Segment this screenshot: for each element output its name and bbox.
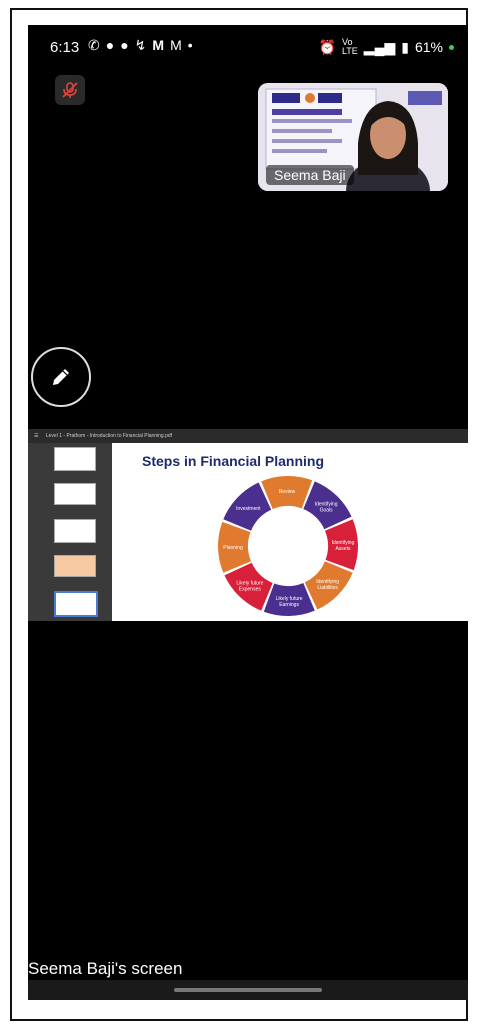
battery-percent: 61% xyxy=(414,39,443,55)
wheel-piece-label: Planning xyxy=(223,545,243,551)
pdf-thumbnail-panel xyxy=(28,443,112,621)
signal-5g-icon: ▂▄▆ xyxy=(363,38,396,55)
participant-name: Seema Baji xyxy=(266,165,354,185)
status-bar: 6:13 ✆ ● ● ↯ M M • ⏰ Vo LTE ▂▄▆ ▮ 61% xyxy=(28,25,468,69)
slide-title: Steps in Financial Planning xyxy=(142,453,325,469)
screen-share-label: Seema Baji's screen xyxy=(28,959,183,978)
wheel-piece-label: Expenses xyxy=(239,587,261,593)
shared-screen[interactable]: ☰ Level 1 - Prathom - Introduction to Fi… xyxy=(28,429,468,621)
participant-video-tile[interactable]: Seema Baji xyxy=(258,83,448,191)
menu-icon[interactable]: ☰ xyxy=(34,433,38,439)
status-time: 6:13 xyxy=(50,39,80,56)
system-icons: ⏰ Vo LTE ▂▄▆ ▮ 61% xyxy=(319,38,454,56)
m-icon: M xyxy=(152,37,165,53)
thumbnail[interactable] xyxy=(54,447,96,471)
wheel-piece-label: Goals xyxy=(320,507,334,513)
notification-icons: ✆ ● ● ↯ M M • xyxy=(88,37,193,54)
privacy-dot-icon xyxy=(449,44,454,50)
pdf-title: Level 1 - Prathom - Introduction to Fina… xyxy=(45,433,173,439)
dot-icon: • xyxy=(187,37,193,53)
wheel-piece-label: Liabilities xyxy=(317,585,338,591)
annotate-button[interactable] xyxy=(31,347,91,407)
pdf-page: Steps in Financial Planning Review Identi… xyxy=(112,443,468,621)
volte-icon: Vo LTE xyxy=(341,37,358,56)
thumbnail[interactable] xyxy=(54,483,96,505)
thumbnail[interactable] xyxy=(54,555,96,577)
financial-planning-wheel: ReviewIdentifyingGoalsIdentifyingAssetsI… xyxy=(218,476,358,616)
phone-screen: 6:13 ✆ ● ● ↯ M M • ⏰ Vo LTE ▂▄▆ ▮ 61% Se… xyxy=(28,25,468,1000)
lightning-icon: ↯ xyxy=(134,37,147,53)
thumbnail-active[interactable] xyxy=(54,591,98,617)
wheel-piece-label: Investment xyxy=(236,506,261,512)
wheel-piece-label: Review xyxy=(279,489,296,495)
thumbnail[interactable] xyxy=(54,519,96,543)
home-handle[interactable] xyxy=(174,988,322,992)
gmail-icon: M xyxy=(170,37,182,53)
whatsapp-icon: ✆ xyxy=(88,37,100,53)
alarm-icon: ⏰ xyxy=(318,38,336,55)
chat-alt-icon: ● xyxy=(120,37,129,53)
pdf-toolbar: ☰ Level 1 - Prathom - Introduction to Fi… xyxy=(28,429,468,443)
chat-icon: ● xyxy=(105,37,115,53)
mic-muted-button[interactable] xyxy=(55,75,85,105)
battery-icon: ▮ xyxy=(401,38,409,55)
pencil-icon xyxy=(53,369,69,385)
nav-bar xyxy=(28,980,468,1000)
mic-off-icon xyxy=(62,82,78,98)
wheel-piece-label: Earnings xyxy=(279,602,299,608)
wheel-piece-label: Assets xyxy=(335,546,351,552)
